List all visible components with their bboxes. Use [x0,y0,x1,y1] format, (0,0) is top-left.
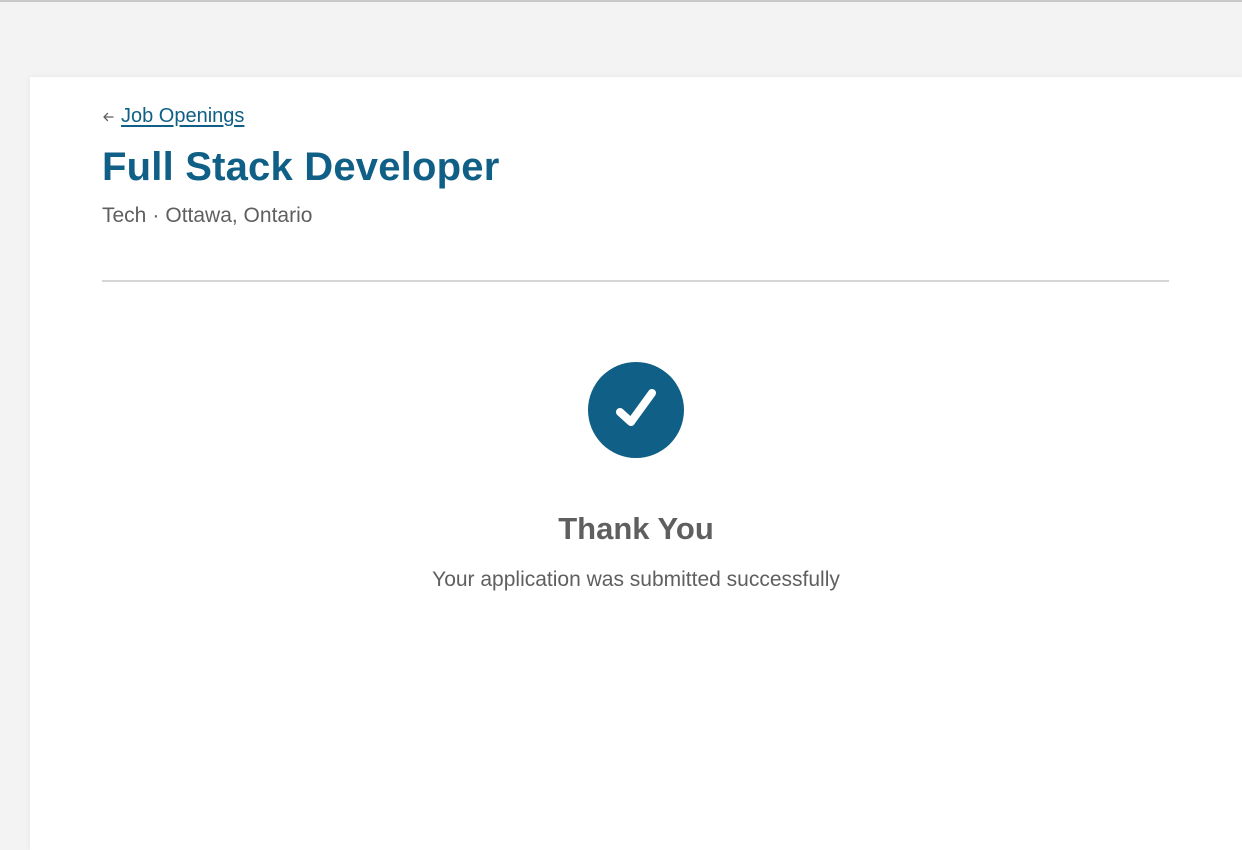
divider [102,280,1169,282]
confirmation-heading: Thank You [558,511,714,546]
meta-separator: · [152,204,160,227]
content-card: Job Openings Full Stack Developer Tech ·… [30,77,1242,850]
checkmark-icon [616,389,656,426]
job-department: Tech [102,204,147,227]
job-meta: Tech · Ottawa, Ontario [102,204,312,228]
page-title: Full Stack Developer [102,145,500,189]
top-border [0,0,1242,2]
breadcrumb: Job Openings [102,103,244,129]
confirmation-message: Your application was submitted successfu… [432,568,840,591]
job-openings-link[interactable]: Job Openings [121,105,244,128]
arrow-left-icon [102,110,114,122]
success-badge [588,362,684,458]
job-location: Ottawa, Ontario [165,204,313,227]
